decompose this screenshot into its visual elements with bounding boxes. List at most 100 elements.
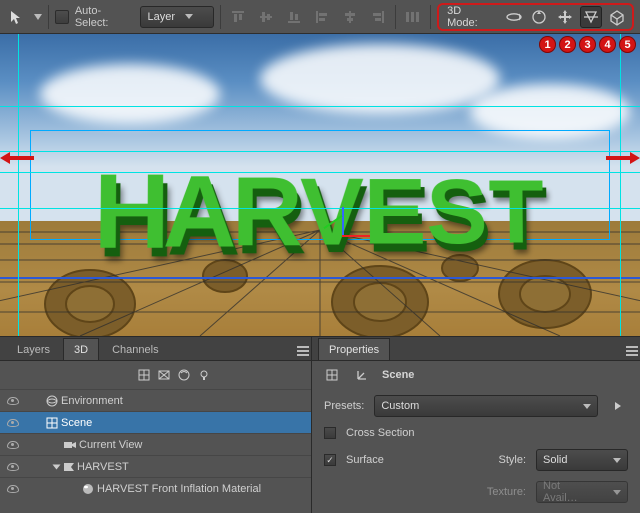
properties-coords-icon[interactable] xyxy=(352,365,372,385)
3d-pan-icon[interactable] xyxy=(554,6,576,28)
surface-checkbox[interactable]: ✓ xyxy=(324,454,336,466)
surface-label: Surface xyxy=(346,454,384,466)
guide-h[interactable] xyxy=(0,151,640,152)
panel-tabs: Layers 3D Channels xyxy=(0,337,311,361)
presets-flyout-icon[interactable] xyxy=(608,396,628,416)
tool-flyout-caret-icon[interactable] xyxy=(34,14,42,20)
style-dropdown[interactable]: Solid xyxy=(536,449,628,471)
filter-lights-icon[interactable] xyxy=(194,365,214,385)
align-vcenter-icon xyxy=(255,6,277,28)
tab-properties[interactable]: Properties xyxy=(318,338,390,360)
3d-rotate-icon[interactable] xyxy=(503,6,525,28)
visibility-toggle[interactable] xyxy=(0,441,26,449)
visibility-toggle[interactable] xyxy=(0,463,26,471)
document-canvas[interactable]: H A R V E S T xyxy=(0,34,640,336)
guide-v[interactable] xyxy=(620,34,621,336)
move-tool-icon[interactable] xyxy=(6,6,28,28)
tree-row-label: Environment xyxy=(61,395,123,407)
eye-icon xyxy=(7,397,19,405)
align-hcenter-icon xyxy=(339,6,361,28)
camera-icon xyxy=(61,439,79,451)
dropdown-value: Solid xyxy=(543,454,567,466)
badge-2: 2 xyxy=(559,36,576,53)
properties-context-label: Scene xyxy=(382,369,414,381)
auto-select-checkbox[interactable] xyxy=(55,10,69,24)
tab-3d[interactable]: 3D xyxy=(63,338,99,360)
tree-row-label: HARVEST Front Inflation Material xyxy=(97,483,261,495)
panel-tabs: Properties xyxy=(312,337,640,361)
guide-v[interactable] xyxy=(18,34,19,336)
align-top-icon xyxy=(227,6,249,28)
panel-menu-icon[interactable] xyxy=(297,342,311,360)
presets-label: Presets: xyxy=(324,400,364,412)
3d-mode-group: 3D Mode: xyxy=(437,3,634,31)
guide-h[interactable] xyxy=(0,106,640,107)
panel-menu-icon[interactable] xyxy=(626,342,640,360)
auto-select-dropdown[interactable]: Layer xyxy=(140,6,214,28)
tree-row[interactable]: Scene xyxy=(0,411,311,433)
style-label: Style: xyxy=(498,454,526,466)
3d-roll-icon[interactable] xyxy=(528,6,550,28)
align-group xyxy=(227,6,305,28)
transform-arrow-left-icon xyxy=(0,152,34,164)
visibility-toggle[interactable] xyxy=(0,485,26,493)
separator xyxy=(48,5,49,29)
filter-scene-icon[interactable] xyxy=(134,365,154,385)
tab-channels[interactable]: Channels xyxy=(101,338,169,360)
filter-meshes-icon[interactable] xyxy=(154,365,174,385)
env-icon xyxy=(43,394,61,408)
texture-label: Texture: xyxy=(487,486,526,498)
3d-panel-filter-bar xyxy=(0,361,311,389)
3d-scene-tree[interactable]: Environment Scene Current View HARVEST HARVE… xyxy=(0,389,311,513)
3d-slide-icon[interactable] xyxy=(580,6,602,28)
eye-icon xyxy=(7,419,19,427)
chevron-down-icon xyxy=(613,490,621,495)
badge-3: 3 xyxy=(579,36,596,53)
3d-mode-label: 3D Mode: xyxy=(447,5,494,29)
badge-4: 4 xyxy=(599,36,616,53)
align-right-icon xyxy=(367,6,389,28)
separator xyxy=(220,5,221,29)
dropdown-value: Not Avail… xyxy=(543,480,593,504)
visibility-toggle[interactable] xyxy=(0,419,26,427)
align-bottom-icon xyxy=(283,6,305,28)
tree-row[interactable]: Environment xyxy=(0,389,311,411)
annotation-badges: 1 2 3 4 5 xyxy=(539,36,636,53)
dropdown-value: Layer xyxy=(147,11,175,23)
panels-area: Layers 3D Channels Environment Scene Curre… xyxy=(0,336,640,513)
guide-h[interactable] xyxy=(0,208,640,209)
badge-1: 1 xyxy=(539,36,556,53)
tree-row[interactable]: Current View xyxy=(0,433,311,455)
3d-scale-icon[interactable] xyxy=(606,6,628,28)
properties-scene-icon[interactable] xyxy=(322,365,342,385)
properties-body: Presets: Custom Cross Section ✓ Surface … xyxy=(312,389,640,509)
separator xyxy=(395,5,396,29)
align-group-h xyxy=(311,6,389,28)
tab-layers[interactable]: Layers xyxy=(6,338,61,360)
3d-panel: Layers 3D Channels Environment Scene Curre… xyxy=(0,337,312,513)
visibility-toggle[interactable] xyxy=(0,397,26,405)
tree-row[interactable]: HARVEST Front Inflation Material xyxy=(0,477,311,499)
chevron-down-icon xyxy=(613,458,621,463)
guide-h[interactable] xyxy=(0,172,640,173)
eye-icon xyxy=(7,463,19,471)
tree-row-label: HARVEST xyxy=(77,461,129,473)
cross-section-label: Cross Section xyxy=(346,427,414,439)
texture-dropdown: Not Avail… xyxy=(536,481,628,503)
properties-panel: Properties Scene Presets: Custom Cross S… xyxy=(312,337,640,513)
mesh-icon xyxy=(59,460,77,474)
cross-section-checkbox[interactable] xyxy=(324,427,336,439)
tree-row[interactable]: HARVEST xyxy=(0,455,311,477)
filter-materials-icon[interactable] xyxy=(174,365,194,385)
eye-icon xyxy=(7,485,19,493)
badge-5: 5 xyxy=(619,36,636,53)
presets-dropdown[interactable]: Custom xyxy=(374,395,598,417)
scene-icon xyxy=(43,416,61,430)
disclosure-triangle-icon[interactable] xyxy=(53,464,61,469)
tree-row-label: Current View xyxy=(79,439,142,451)
chevron-down-icon xyxy=(185,14,193,19)
separator xyxy=(430,5,431,29)
3d-text-object[interactable]: H A R V E S T xyxy=(96,162,544,260)
dropdown-value: Custom xyxy=(381,400,419,412)
distribute-icon xyxy=(402,6,424,28)
